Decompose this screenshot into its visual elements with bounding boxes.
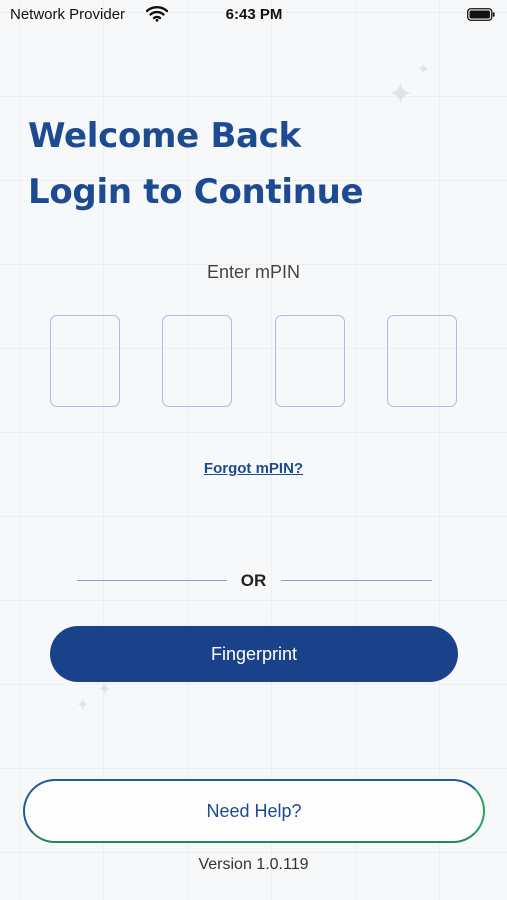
sparkle-icon: ✦ <box>388 78 414 111</box>
fingerprint-button[interactable]: Fingerprint <box>50 626 458 682</box>
forgot-mpin-link[interactable]: Forgot mPIN? <box>0 460 507 477</box>
sparkle-icon: ✦ <box>97 679 113 699</box>
divider-line-right <box>281 580 432 581</box>
page-title: Welcome Back Login to Continue <box>28 108 364 220</box>
mpin-digit-2[interactable] <box>162 315 232 407</box>
battery-icon <box>467 8 495 21</box>
title-line-login: Login to Continue <box>28 172 364 212</box>
need-help-button-label: Need Help? <box>206 800 302 821</box>
status-bar: Network Provider 6:43 PM <box>0 0 507 30</box>
need-help-button[interactable]: Need Help? <box>23 779 485 843</box>
mpin-label: Enter mPIN <box>206 262 301 282</box>
mpin-digit-3[interactable] <box>275 315 345 407</box>
or-divider-label: OR <box>240 571 267 590</box>
sparkle-icon: ✦ <box>417 61 430 78</box>
fingerprint-button-label: Fingerprint <box>210 643 298 664</box>
clock: 6:43 PM <box>225 6 283 23</box>
title-line-welcome: Welcome Back <box>28 116 301 156</box>
mpin-digit-4[interactable] <box>387 315 457 407</box>
carrier-name: Network Provider <box>10 6 126 23</box>
sparkle-icon: ✦ <box>76 697 90 714</box>
app-version: Version 1.0.119 <box>198 856 309 873</box>
wifi-icon <box>145 5 169 26</box>
mpin-digit-1[interactable] <box>50 315 120 407</box>
